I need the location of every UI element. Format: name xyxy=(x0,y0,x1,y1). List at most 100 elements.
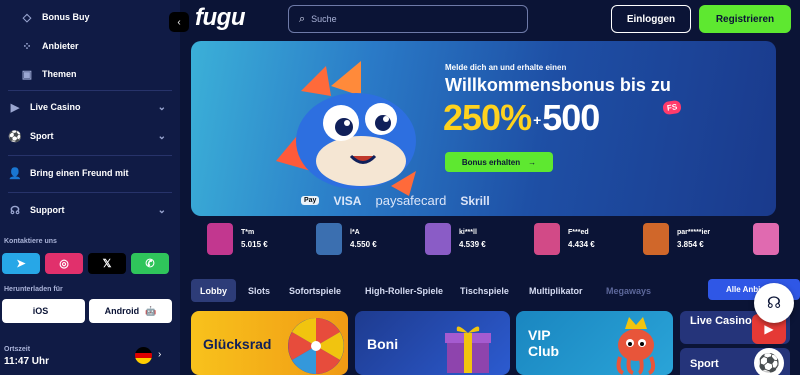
sidebar-item-label: Live Casino xyxy=(30,102,81,112)
sidebar-item-themes[interactable]: ▣ Themen xyxy=(0,61,180,87)
winner-amount: 4.539 € xyxy=(459,240,486,249)
winner-item[interactable]: l*A 4.550 € xyxy=(316,222,377,256)
sidebar-item-live-casino[interactable]: ▶ Live Casino ⌄ xyxy=(0,94,180,120)
sidebar-item-label: Bonus Buy xyxy=(42,12,90,22)
category-card-sport[interactable]: Sport ⚽ xyxy=(680,348,790,375)
category-card-wheel[interactable]: Glücksrad xyxy=(191,311,348,375)
soccer-ball-icon: ⚽ xyxy=(754,348,784,375)
winner-name: l*A xyxy=(350,229,360,236)
sidebar-item-refer-friend[interactable]: 👤 Bring einen Freund mit xyxy=(0,160,180,186)
tab-multiplier[interactable]: Multiplikator xyxy=(529,279,583,302)
instagram-button[interactable]: ◎ xyxy=(45,253,83,274)
sidebar-item-label: Sport xyxy=(30,131,54,141)
search-box[interactable]: ⌕ xyxy=(288,5,528,33)
promo-banner[interactable]: Melde dich an und erhalte einen Willkomm… xyxy=(191,41,776,216)
skrill-logo: Skrill xyxy=(460,193,490,208)
get-bonus-button[interactable]: Bonus erhalten → xyxy=(445,152,553,172)
winner-amount: 4.550 € xyxy=(350,240,377,249)
category-tabs: Lobby Slots Sofortspiele High-Roller-Spi… xyxy=(191,279,791,302)
category-label: Live Casino xyxy=(690,315,752,327)
x-button[interactable]: 𝕏 xyxy=(88,253,126,274)
divider xyxy=(8,90,172,91)
winner-name: ki***ll xyxy=(459,229,477,236)
winner-item[interactable]: T*m 5.015 € xyxy=(207,222,268,256)
get-bonus-label: Bonus erhalten xyxy=(461,157,521,167)
tab-table-games[interactable]: Tischspiele xyxy=(460,279,509,302)
search-input[interactable] xyxy=(311,14,512,24)
game-thumbnail xyxy=(425,223,451,255)
sidebar-item-support[interactable]: ☊ Support ⌄ xyxy=(0,197,180,223)
providers-icon: ⁘ xyxy=(22,40,32,53)
telegram-button[interactable]: ➤ xyxy=(2,253,40,274)
category-label: Glücksrad xyxy=(203,336,272,352)
tab-instant-games[interactable]: Sofortspiele xyxy=(289,279,341,302)
apple-pay-logo: Pay xyxy=(301,196,320,205)
game-thumbnail xyxy=(534,223,560,255)
ios-download-button[interactable]: iOS xyxy=(2,299,85,323)
plus-sign: + xyxy=(533,112,541,129)
android-download-button[interactable]: Android 🤖 xyxy=(89,299,172,323)
winner-amount: 5.015 € xyxy=(241,240,268,249)
login-button[interactable]: Einloggen xyxy=(611,5,691,33)
category-card-vip[interactable]: VIP Club xyxy=(516,311,673,375)
winner-name: par*****ier xyxy=(677,229,711,236)
bonus-percent: 250% xyxy=(443,97,532,138)
germany-flag-icon[interactable] xyxy=(135,347,152,364)
game-thumbnail xyxy=(643,223,669,255)
winner-amount: 3.854 € xyxy=(677,240,704,249)
android-icon: 🤖 xyxy=(145,305,157,316)
instagram-icon: ◎ xyxy=(59,258,69,270)
sport-icon: ⚽ xyxy=(8,130,22,143)
recent-winners-strip: T*m 5.015 € l*A 4.550 € ki***ll 4.539 € F**… xyxy=(203,222,780,256)
winner-item[interactable]: F***ed 4.434 € xyxy=(534,222,595,256)
pufferfish-mascot-image xyxy=(276,61,416,196)
payment-methods: Pay VISA paysafecard Skrill xyxy=(301,193,490,208)
chevron-down-icon: ⌄ xyxy=(157,204,166,216)
promo-amount: 250% +500 xyxy=(443,97,600,139)
x-icon: 𝕏 xyxy=(102,258,112,270)
sidebar-item-sport[interactable]: ⚽ Sport ⌄ xyxy=(0,123,180,149)
winner-name: F***ed xyxy=(568,229,589,236)
bonus-buy-icon: ◇ xyxy=(22,11,32,24)
telegram-icon: ➤ xyxy=(16,258,26,270)
local-time: 11:47 Uhr xyxy=(4,356,50,367)
chevron-left-icon: ‹ xyxy=(177,16,181,28)
divider xyxy=(8,155,172,156)
headset-icon: ☊ xyxy=(766,295,782,312)
winner-item[interactable] xyxy=(753,222,787,256)
sidebar-item-bonus-buy[interactable]: ◇ Bonus Buy xyxy=(0,4,180,30)
category-card-bonuses[interactable]: Boni xyxy=(355,311,510,375)
logo[interactable]: fugu xyxy=(195,4,245,32)
whatsapp-icon: ✆ xyxy=(145,258,155,270)
gift-box-image xyxy=(445,326,491,373)
android-label: Android xyxy=(104,306,140,316)
collapse-sidebar-button[interactable]: ‹ xyxy=(169,12,189,32)
sidebar-item-label: Themen xyxy=(42,69,77,79)
tab-slots[interactable]: Slots xyxy=(248,279,270,302)
logo-text: fugu xyxy=(195,4,245,31)
tab-megaways[interactable]: Megaways xyxy=(606,279,651,302)
winner-item[interactable]: par*****ier 3.854 € xyxy=(643,222,710,256)
support-chat-button[interactable]: ☊ xyxy=(754,283,794,323)
contact-label: Kontaktiere uns xyxy=(4,238,57,245)
octopus-mascot-image xyxy=(616,317,656,375)
chevron-right-icon[interactable]: › xyxy=(158,349,161,360)
free-spins-badge: FS xyxy=(662,99,683,116)
sidebar-item-label: Support xyxy=(30,205,65,215)
download-label: Herunterladen für xyxy=(4,286,63,293)
game-thumbnail xyxy=(316,223,342,255)
category-label: Boni xyxy=(367,336,399,352)
free-spins-count: 500 xyxy=(542,97,600,138)
timezone-label: Ortszeit xyxy=(4,346,31,353)
promo-title: Willkommensbonus bis zu xyxy=(445,75,671,95)
whatsapp-button[interactable]: ✆ xyxy=(131,253,169,274)
register-button[interactable]: Registrieren xyxy=(699,5,791,33)
winner-name: T*m xyxy=(241,229,255,236)
chevron-down-icon: ⌄ xyxy=(157,101,166,113)
winner-item[interactable]: ki***ll 4.539 € xyxy=(425,222,486,256)
chevron-down-icon: ⌄ xyxy=(157,130,166,142)
tab-lobby[interactable]: Lobby xyxy=(191,279,236,302)
paysafecard-logo: paysafecard xyxy=(375,193,447,208)
sidebar-item-providers[interactable]: ⁘ Anbieter xyxy=(0,33,180,59)
tab-high-roller[interactable]: High-Roller-Spiele xyxy=(365,279,443,302)
